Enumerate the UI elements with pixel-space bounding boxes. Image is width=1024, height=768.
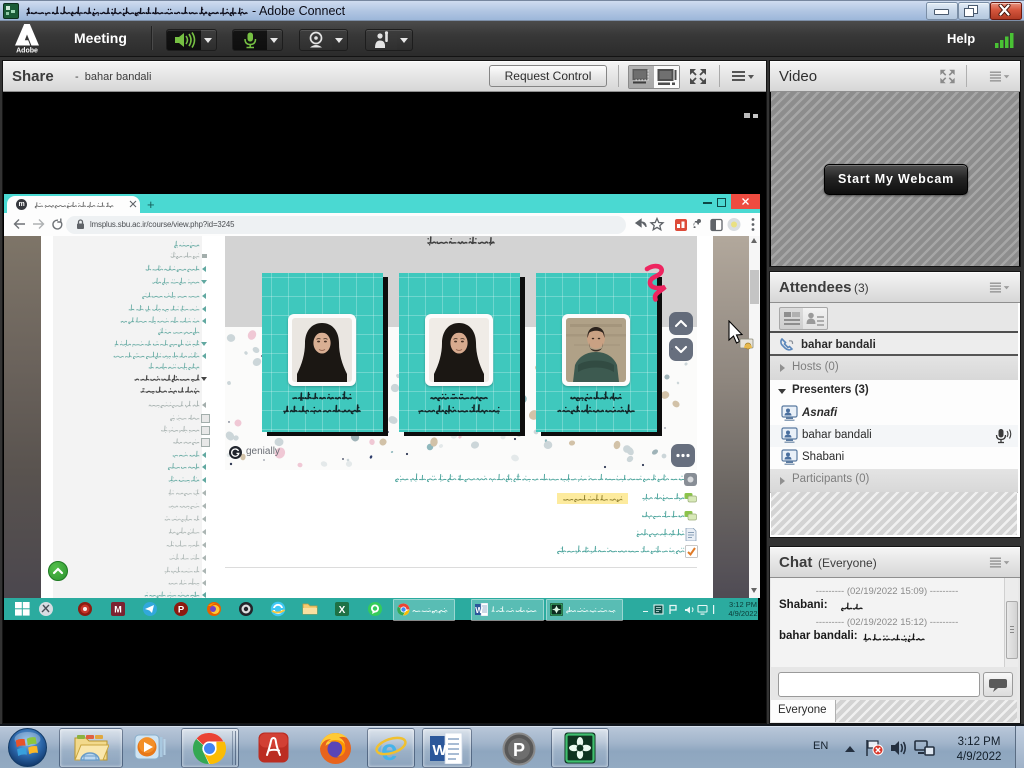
svg-text:X: X bbox=[339, 605, 346, 616]
svg-text:W: W bbox=[432, 742, 447, 759]
svg-text:P: P bbox=[178, 605, 185, 616]
svg-text:M: M bbox=[114, 605, 122, 615]
svg-text:W: W bbox=[475, 606, 483, 615]
svg-text:Adobe: Adobe bbox=[16, 48, 38, 54]
svg-text:P: P bbox=[513, 740, 525, 760]
